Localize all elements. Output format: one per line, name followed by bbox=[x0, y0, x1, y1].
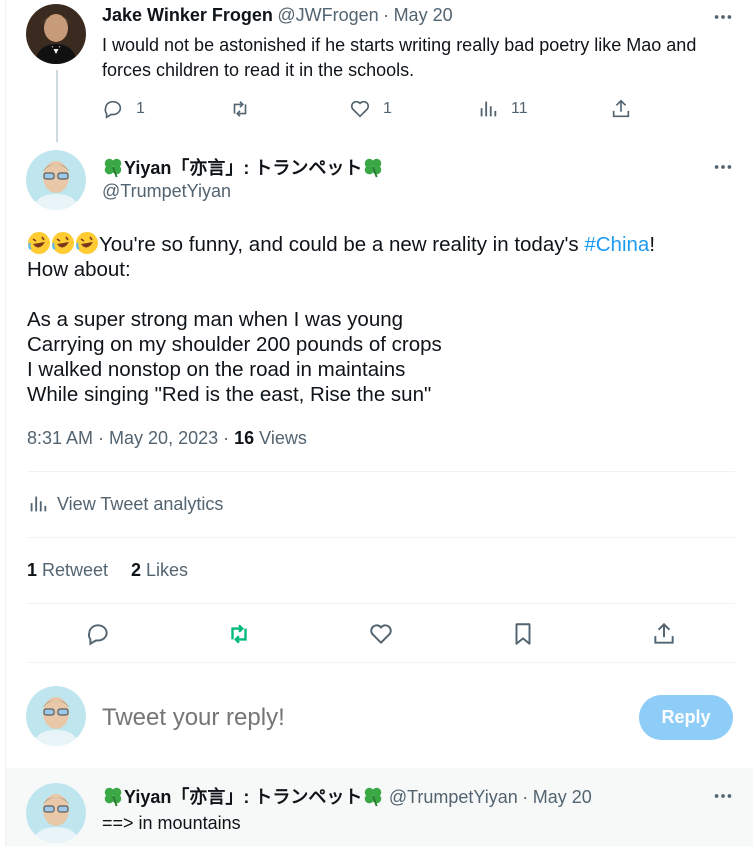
likes-label: Likes bbox=[141, 560, 189, 580]
like-button[interactable]: 1 bbox=[349, 98, 392, 120]
divider bbox=[27, 662, 735, 663]
divider bbox=[27, 471, 735, 472]
view-analytics-link[interactable]: View Tweet analytics bbox=[27, 493, 223, 515]
laughing-emoji-icon bbox=[52, 232, 74, 254]
parent-tweet-header: Jake Winker Frogen @JWFrogen · May 20 bbox=[102, 5, 712, 26]
retweets-count: 1 bbox=[27, 560, 38, 580]
heart-icon bbox=[350, 100, 370, 118]
author-name[interactable]: Yiyan「亦言」: トランペット bbox=[124, 787, 362, 807]
avatar-jwfrogen[interactable] bbox=[26, 4, 86, 64]
reply-button[interactable]: Reply bbox=[639, 695, 733, 740]
analytics-label: View Tweet analytics bbox=[57, 493, 224, 514]
poem-line: While singing "Red is the east, Rise the… bbox=[27, 383, 432, 406]
retweets-stat[interactable]: 1 Retweet bbox=[27, 560, 108, 581]
retweet-icon[interactable] bbox=[226, 621, 252, 647]
poem-line: As a super strong man when I was young bbox=[27, 308, 404, 331]
divider bbox=[27, 537, 735, 538]
header-separator: · bbox=[522, 787, 529, 807]
avatar-compose bbox=[26, 686, 86, 746]
share-button[interactable] bbox=[610, 98, 632, 120]
views-count: 11 bbox=[511, 100, 528, 117]
tweet-date[interactable]: May 20 bbox=[394, 5, 453, 25]
laughing-emoji-icon bbox=[76, 232, 98, 254]
clover-icon bbox=[104, 158, 122, 178]
tweet-date[interactable]: May 20 bbox=[533, 787, 592, 807]
author-handle[interactable]: @TrumpetYiyan bbox=[102, 181, 231, 202]
likes-count: 2 bbox=[131, 560, 142, 580]
retweets-label: Retweet bbox=[37, 560, 109, 580]
clover-icon bbox=[365, 158, 382, 178]
tweet-text: You're so funny, and could be a new real… bbox=[99, 233, 585, 256]
reply-tweet-text: ==> in mountains bbox=[102, 813, 241, 833]
reply-tweet-header: Yiyan「亦言」: トランペット @TrumpetYiyan · May 20 bbox=[102, 783, 592, 809]
tweet-meta: 8:31 AM · May 20, 2023 · 16 Views bbox=[27, 428, 307, 449]
hashtag-link[interactable]: #China bbox=[584, 233, 649, 256]
clover-icon bbox=[365, 787, 382, 807]
reply-icon[interactable] bbox=[85, 621, 111, 647]
author-name: Yiyan「亦言」: トランペット bbox=[124, 158, 363, 178]
more-options-icon[interactable] bbox=[712, 6, 734, 28]
thread-connector-line bbox=[56, 70, 58, 142]
views-button[interactable]: 11 bbox=[477, 98, 528, 120]
poem-line: I walked nonstop on the road in maintain… bbox=[27, 358, 406, 381]
reply-count: 1 bbox=[136, 100, 145, 117]
bookmark-icon[interactable] bbox=[510, 621, 536, 647]
views-count: 16 bbox=[234, 428, 255, 448]
avatar-trumpetyiyan[interactable] bbox=[26, 783, 86, 843]
share-icon bbox=[612, 99, 630, 118]
parent-tweet-text: I would not be astonished if he starts w… bbox=[102, 35, 697, 80]
header-separator: · bbox=[383, 5, 390, 25]
analytics-icon bbox=[480, 101, 497, 117]
analytics-icon bbox=[30, 496, 47, 512]
poem-line: Carrying on my shoulder 200 pounds of cr… bbox=[27, 333, 442, 356]
retweet-button[interactable] bbox=[229, 98, 251, 120]
main-tweet-body: You're so funny, and could be a new real… bbox=[27, 231, 739, 407]
more-options-icon[interactable] bbox=[712, 785, 734, 807]
more-options-icon[interactable] bbox=[712, 156, 734, 178]
avatar-trumpetyiyan[interactable] bbox=[26, 150, 86, 210]
clover-icon bbox=[104, 787, 122, 807]
tweet-line: How about: bbox=[27, 258, 131, 281]
like-count: 1 bbox=[383, 100, 392, 117]
heart-icon[interactable] bbox=[368, 621, 394, 647]
tweet-timestamp[interactable]: 8:31 AM · May 20, 2023 · bbox=[27, 428, 234, 448]
likes-stat[interactable]: 2 Likes bbox=[131, 560, 188, 581]
reply-icon bbox=[104, 100, 122, 119]
author-handle[interactable]: @JWFrogen bbox=[277, 5, 378, 25]
reply-input[interactable] bbox=[102, 700, 622, 736]
main-tweet-line1: You're so funny, and could be a new real… bbox=[27, 231, 739, 257]
author-handle[interactable]: @TrumpetYiyan bbox=[389, 787, 518, 807]
divider bbox=[27, 603, 735, 604]
reply-button[interactable]: 1 bbox=[102, 98, 145, 120]
share-icon[interactable] bbox=[651, 621, 677, 647]
retweet-icon bbox=[233, 101, 247, 117]
laughing-emoji-icon bbox=[28, 232, 50, 254]
tweet-thread: Jake Winker Frogen @JWFrogen · May 20 I … bbox=[5, 0, 753, 846]
views-label: Views bbox=[254, 428, 307, 448]
tweet-text-end: ! bbox=[649, 233, 656, 256]
author-name[interactable]: Jake Winker Frogen bbox=[102, 5, 273, 25]
main-tweet-author[interactable]: Yiyan「亦言」: トランペット bbox=[102, 154, 384, 180]
